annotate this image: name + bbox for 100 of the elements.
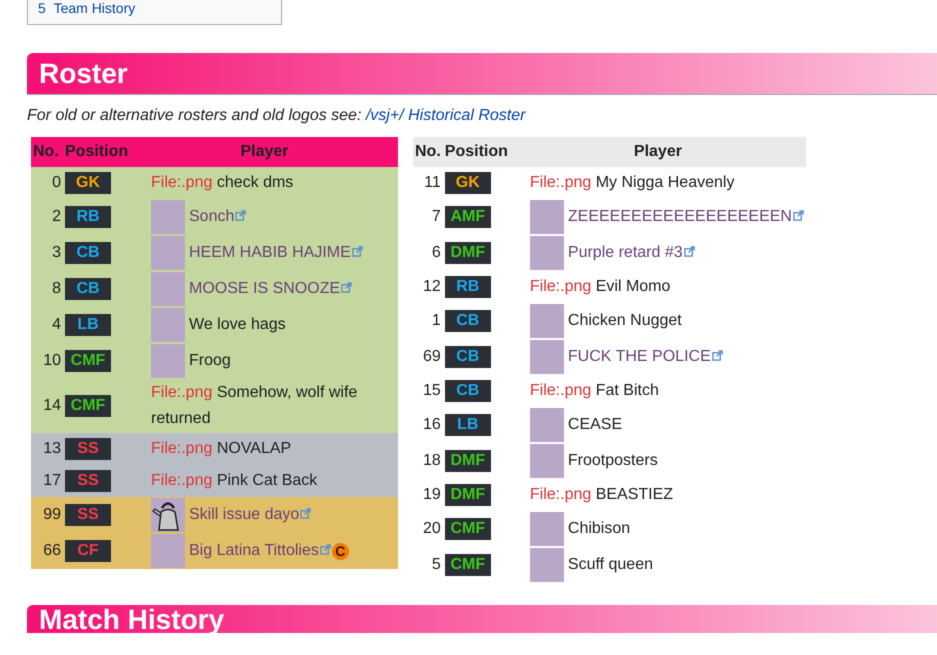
missing-file-link[interactable]: File:.png [530,174,592,191]
toc-link[interactable]: 5 Team History [38,0,281,16]
avatar-placeholder [151,308,185,342]
column-header: Player [131,137,398,167]
position-badge: CMF [65,395,111,417]
number-cell-text: 12 [422,277,442,297]
number-cell: 13 [31,433,63,465]
section-heading: Roster [27,53,937,95]
player-name: File:.png Fat Bitch [530,381,659,401]
number-cell-text: 20 [422,519,442,539]
missing-file-link[interactable]: File:.png [151,384,212,401]
number-cell: 2 [31,199,63,235]
player-name: Chicken Nugget [568,312,682,330]
number-cell-text: 15 [422,381,442,401]
position-badge: CMF [65,350,111,372]
captain-badge: C [332,542,349,560]
missing-file-link[interactable]: File:.png [151,174,212,191]
position-badge: CB [65,278,111,300]
avatar-placeholder [151,236,185,270]
number-cell: 66 [31,533,63,569]
avatar-placeholder [530,340,564,374]
position-badge: DMF [444,242,491,264]
player-link[interactable]: ZEEEEEEEEEEEEEEEEEEEN [568,208,804,226]
number-cell-text: 69 [422,347,442,367]
position-badge: CB [444,310,491,332]
external-link-icon [352,246,363,257]
number-cell: 14 [31,379,63,433]
player-name: Scuff queen [568,556,653,574]
avatar-placeholder [151,200,185,234]
number-cell-text: 16 [422,415,442,435]
missing-file-link[interactable]: File:.png [151,472,212,489]
position-badge: CB [444,380,491,402]
external-link-icon [341,282,352,293]
avatar-placeholder [530,444,564,478]
position-badge: CB [444,346,491,368]
number-cell: 10 [31,343,63,379]
avatar-placeholder [530,200,564,234]
player-name: File:.png Pink Cat Back [151,471,318,491]
historical-roster-link[interactable]: /vsj+/ Historical Roster [366,107,526,124]
position-badge: RB [444,276,491,298]
missing-file-link[interactable]: File:.png [530,486,592,503]
player-link[interactable]: Purple retard #3 [568,244,695,262]
position-badge: SS [65,504,111,526]
number-cell: 0 [31,167,63,199]
column-header: Position [442,137,510,167]
player-name: Froog [189,352,231,370]
position-badge: DMF [444,484,491,506]
external-link-icon [792,210,804,221]
player-name: File:.png Evil Momo [530,277,670,297]
avatar-placeholder [530,512,564,546]
position-badge: RB [65,206,111,228]
external-link-icon [320,544,331,555]
position-badge: CB [65,242,111,264]
avatar-placeholder [151,344,185,378]
number-cell: 8 [31,271,63,307]
external-link-icon [684,246,695,257]
position-badge: LB [65,314,111,336]
missing-file-link[interactable]: File:.png [151,440,212,457]
section-heading: Match History [27,605,937,633]
player-link[interactable]: Sonch [189,208,246,226]
number-cell-text: 7 [430,207,442,227]
player-name: CEASE [568,416,622,434]
avatar-placeholder [530,236,564,270]
position-badge: GK [444,172,491,194]
position-badge: CMF [444,554,491,576]
position-badge: DMF [444,450,491,472]
position-badge: CF [65,540,111,562]
missing-file-link[interactable]: File:.png [530,382,592,399]
position-badge: CMF [444,518,491,540]
column-header: No. [31,137,63,167]
number-cell-text: 19 [422,485,442,505]
position-badge: AMF [444,206,491,228]
number-cell-text: 6 [430,243,442,263]
player-name: File:.png Somehow, wolf wife returned [151,383,358,429]
position-badge: SS [65,470,111,492]
player-name: File:.png BEASTIEZ [530,485,674,505]
number-cell-text: 18 [422,451,442,471]
player-link[interactable]: FUCK THE POLICE [568,348,723,366]
avatar-placeholder [151,272,185,306]
player-name: We love hags [189,316,286,334]
external-link-icon [235,210,246,221]
note-text: For old or alternative rosters and old logos see: /vsj+/ Historical Roster [27,107,527,125]
number-cell-text: 5 [430,555,442,575]
number-cell: 11 [413,167,443,199]
position-badge: GK [65,172,111,194]
avatar-placeholder [151,534,185,568]
missing-file-link[interactable]: File:.png [530,278,592,295]
external-link-icon [712,350,723,361]
column-header: No. [413,137,443,167]
player-name: File:.png My Nigga Heavenly [530,173,734,193]
number-cell: 3 [31,235,63,271]
number-cell-text: 1 [430,311,442,331]
number-cell: 99 [31,497,63,533]
avatar-placeholder [530,408,564,442]
external-link-icon [300,508,312,519]
player-name: Frootposters [568,452,658,470]
player-name: File:.png check dms [151,173,294,193]
player-link[interactable]: Big Latina Tittolies [189,542,331,560]
position-badge: LB [444,414,491,436]
column-header: Player [510,137,806,167]
